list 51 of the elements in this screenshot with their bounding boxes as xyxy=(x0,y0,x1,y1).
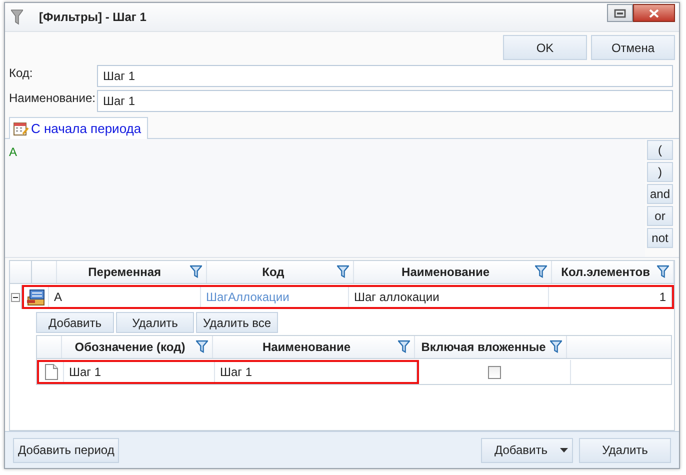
document-icon xyxy=(44,364,58,380)
checkbox[interactable] xyxy=(488,366,501,378)
table-cell: Шаг 1 xyxy=(220,365,252,379)
column-header[interactable]: Включая вложенные xyxy=(421,340,546,354)
column-header[interactable]: Обозначение (код) xyxy=(74,340,186,354)
filter-icon xyxy=(11,9,23,25)
column-header[interactable]: Переменная xyxy=(88,265,162,279)
filter-icon[interactable] xyxy=(337,265,350,278)
footer-button[interactable]: Удалить xyxy=(579,438,671,462)
field-label: Наименование: xyxy=(9,90,97,105)
toolbar-button[interactable]: Удалить все xyxy=(196,312,278,333)
toolbar-button[interactable]: Удалить xyxy=(116,312,194,333)
operator-button[interactable]: not xyxy=(647,228,673,248)
restore-button[interactable] xyxy=(607,4,633,22)
add-period-button[interactable]: Добавить период xyxy=(13,438,120,462)
filter-icon[interactable] xyxy=(398,340,410,353)
table-cell: Шаг 1 xyxy=(69,365,102,379)
table-cell: 1 xyxy=(659,290,666,304)
toolbar-button[interactable]: Добавить xyxy=(36,312,114,333)
tab[interactable]: С начала периода xyxy=(9,117,148,139)
column-header[interactable]: Кол.элементов xyxy=(561,265,650,279)
filter-icon[interactable] xyxy=(657,265,669,278)
table-cell: Шаг аллокации xyxy=(354,290,440,304)
dialog-button[interactable]: OK xyxy=(503,35,587,60)
column-header[interactable]: Наименование xyxy=(402,265,490,279)
calendar-icon xyxy=(13,121,29,136)
input-field[interactable]: Шаг 1 xyxy=(97,65,673,87)
column-header[interactable]: Код xyxy=(262,265,284,279)
table-cell: A xyxy=(54,290,62,304)
filter-icon[interactable] xyxy=(196,340,208,353)
field-label: Код: xyxy=(9,65,34,80)
operator-button[interactable]: or xyxy=(647,206,673,226)
dialog-button[interactable]: Отмена xyxy=(591,35,675,60)
expression-text: A xyxy=(9,145,18,159)
operator-button[interactable]: ) xyxy=(647,162,673,182)
footer-button[interactable]: Добавить xyxy=(481,438,573,462)
close-button[interactable] xyxy=(633,4,675,22)
restore-icon[interactable] xyxy=(614,8,626,18)
filter-icon[interactable] xyxy=(550,340,562,353)
operator-button[interactable]: and xyxy=(647,184,673,204)
filter-icon[interactable] xyxy=(535,265,548,278)
variable-icon xyxy=(26,288,46,306)
collapse-icon[interactable] xyxy=(11,292,20,302)
window-title: [Фильтры] - Шаг 1 xyxy=(39,10,146,24)
filter-icon[interactable] xyxy=(190,265,202,278)
table-cell: ШагАллокации xyxy=(206,290,290,304)
caret-icon[interactable] xyxy=(560,448,568,452)
column-header[interactable]: Наименование xyxy=(262,340,351,354)
input-field[interactable]: Шаг 1 xyxy=(97,90,673,112)
close-icon[interactable] xyxy=(649,8,659,18)
operator-button[interactable]: ( xyxy=(647,140,673,160)
